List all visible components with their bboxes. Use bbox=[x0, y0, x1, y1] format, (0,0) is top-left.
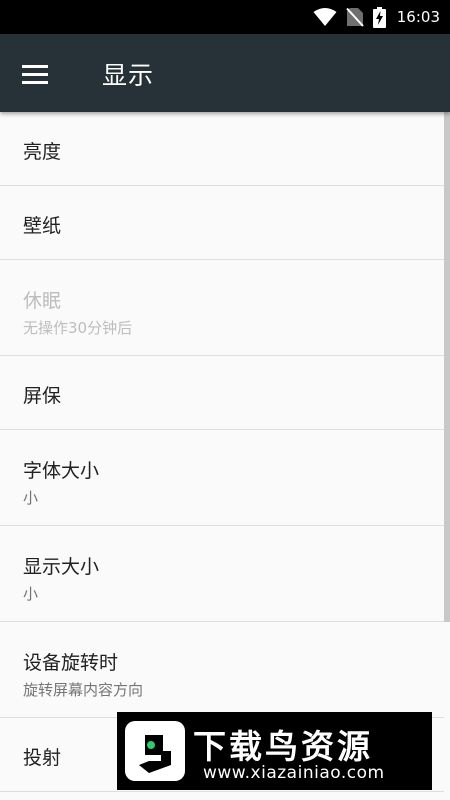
wifi-icon bbox=[313, 7, 337, 26]
setting-title: 设备旋转时 bbox=[23, 652, 119, 674]
toolbar: 显示 bbox=[0, 34, 450, 112]
setting-title: 显示大小 bbox=[23, 556, 100, 578]
settings-list[interactable]: 亮度 壁纸 休眠 无操作30分钟后 屏保 字体大小 小 显示大小 小 设备旋转时… bbox=[0, 112, 444, 800]
setting-brightness[interactable]: 亮度 bbox=[0, 112, 444, 186]
status-bar: 16:03 bbox=[0, 0, 450, 34]
scrollbar[interactable] bbox=[444, 112, 450, 622]
status-time: 16:03 bbox=[396, 8, 440, 26]
watermark-url: www.xiazainiao.com bbox=[203, 763, 385, 783]
setting-wallpaper[interactable]: 壁纸 bbox=[0, 186, 444, 260]
watermark-title: 下载鸟资源 bbox=[193, 727, 373, 766]
watermark: 下载鸟资源 www.xiazainiao.com bbox=[117, 712, 432, 790]
setting-summary: 旋转屏幕内容方向 bbox=[23, 681, 144, 699]
setting-auto-rotate[interactable]: 设备旋转时 旋转屏幕内容方向 bbox=[0, 622, 444, 718]
battery-charging-icon bbox=[372, 6, 386, 28]
setting-summary: 小 bbox=[23, 585, 39, 603]
setting-display-size[interactable]: 显示大小 小 bbox=[0, 526, 444, 622]
setting-summary: 小 bbox=[23, 489, 39, 507]
setting-font-size[interactable]: 字体大小 小 bbox=[0, 430, 444, 526]
setting-sleep: 休眠 无操作30分钟后 bbox=[0, 260, 444, 356]
setting-screensaver[interactable]: 屏保 bbox=[0, 356, 444, 430]
setting-title: 休眠 bbox=[23, 290, 62, 312]
bird-logo-icon bbox=[125, 721, 185, 781]
menu-icon[interactable] bbox=[22, 59, 58, 89]
no-sim-icon bbox=[346, 7, 364, 27]
page-title: 显示 bbox=[102, 61, 155, 90]
setting-summary: 无操作30分钟后 bbox=[23, 319, 133, 337]
status-icons: 16:03 bbox=[313, 0, 440, 34]
setting-title: 壁纸 bbox=[23, 215, 62, 237]
setting-title: 亮度 bbox=[23, 141, 62, 163]
setting-title: 屏保 bbox=[23, 385, 62, 407]
setting-title: 字体大小 bbox=[23, 460, 100, 482]
